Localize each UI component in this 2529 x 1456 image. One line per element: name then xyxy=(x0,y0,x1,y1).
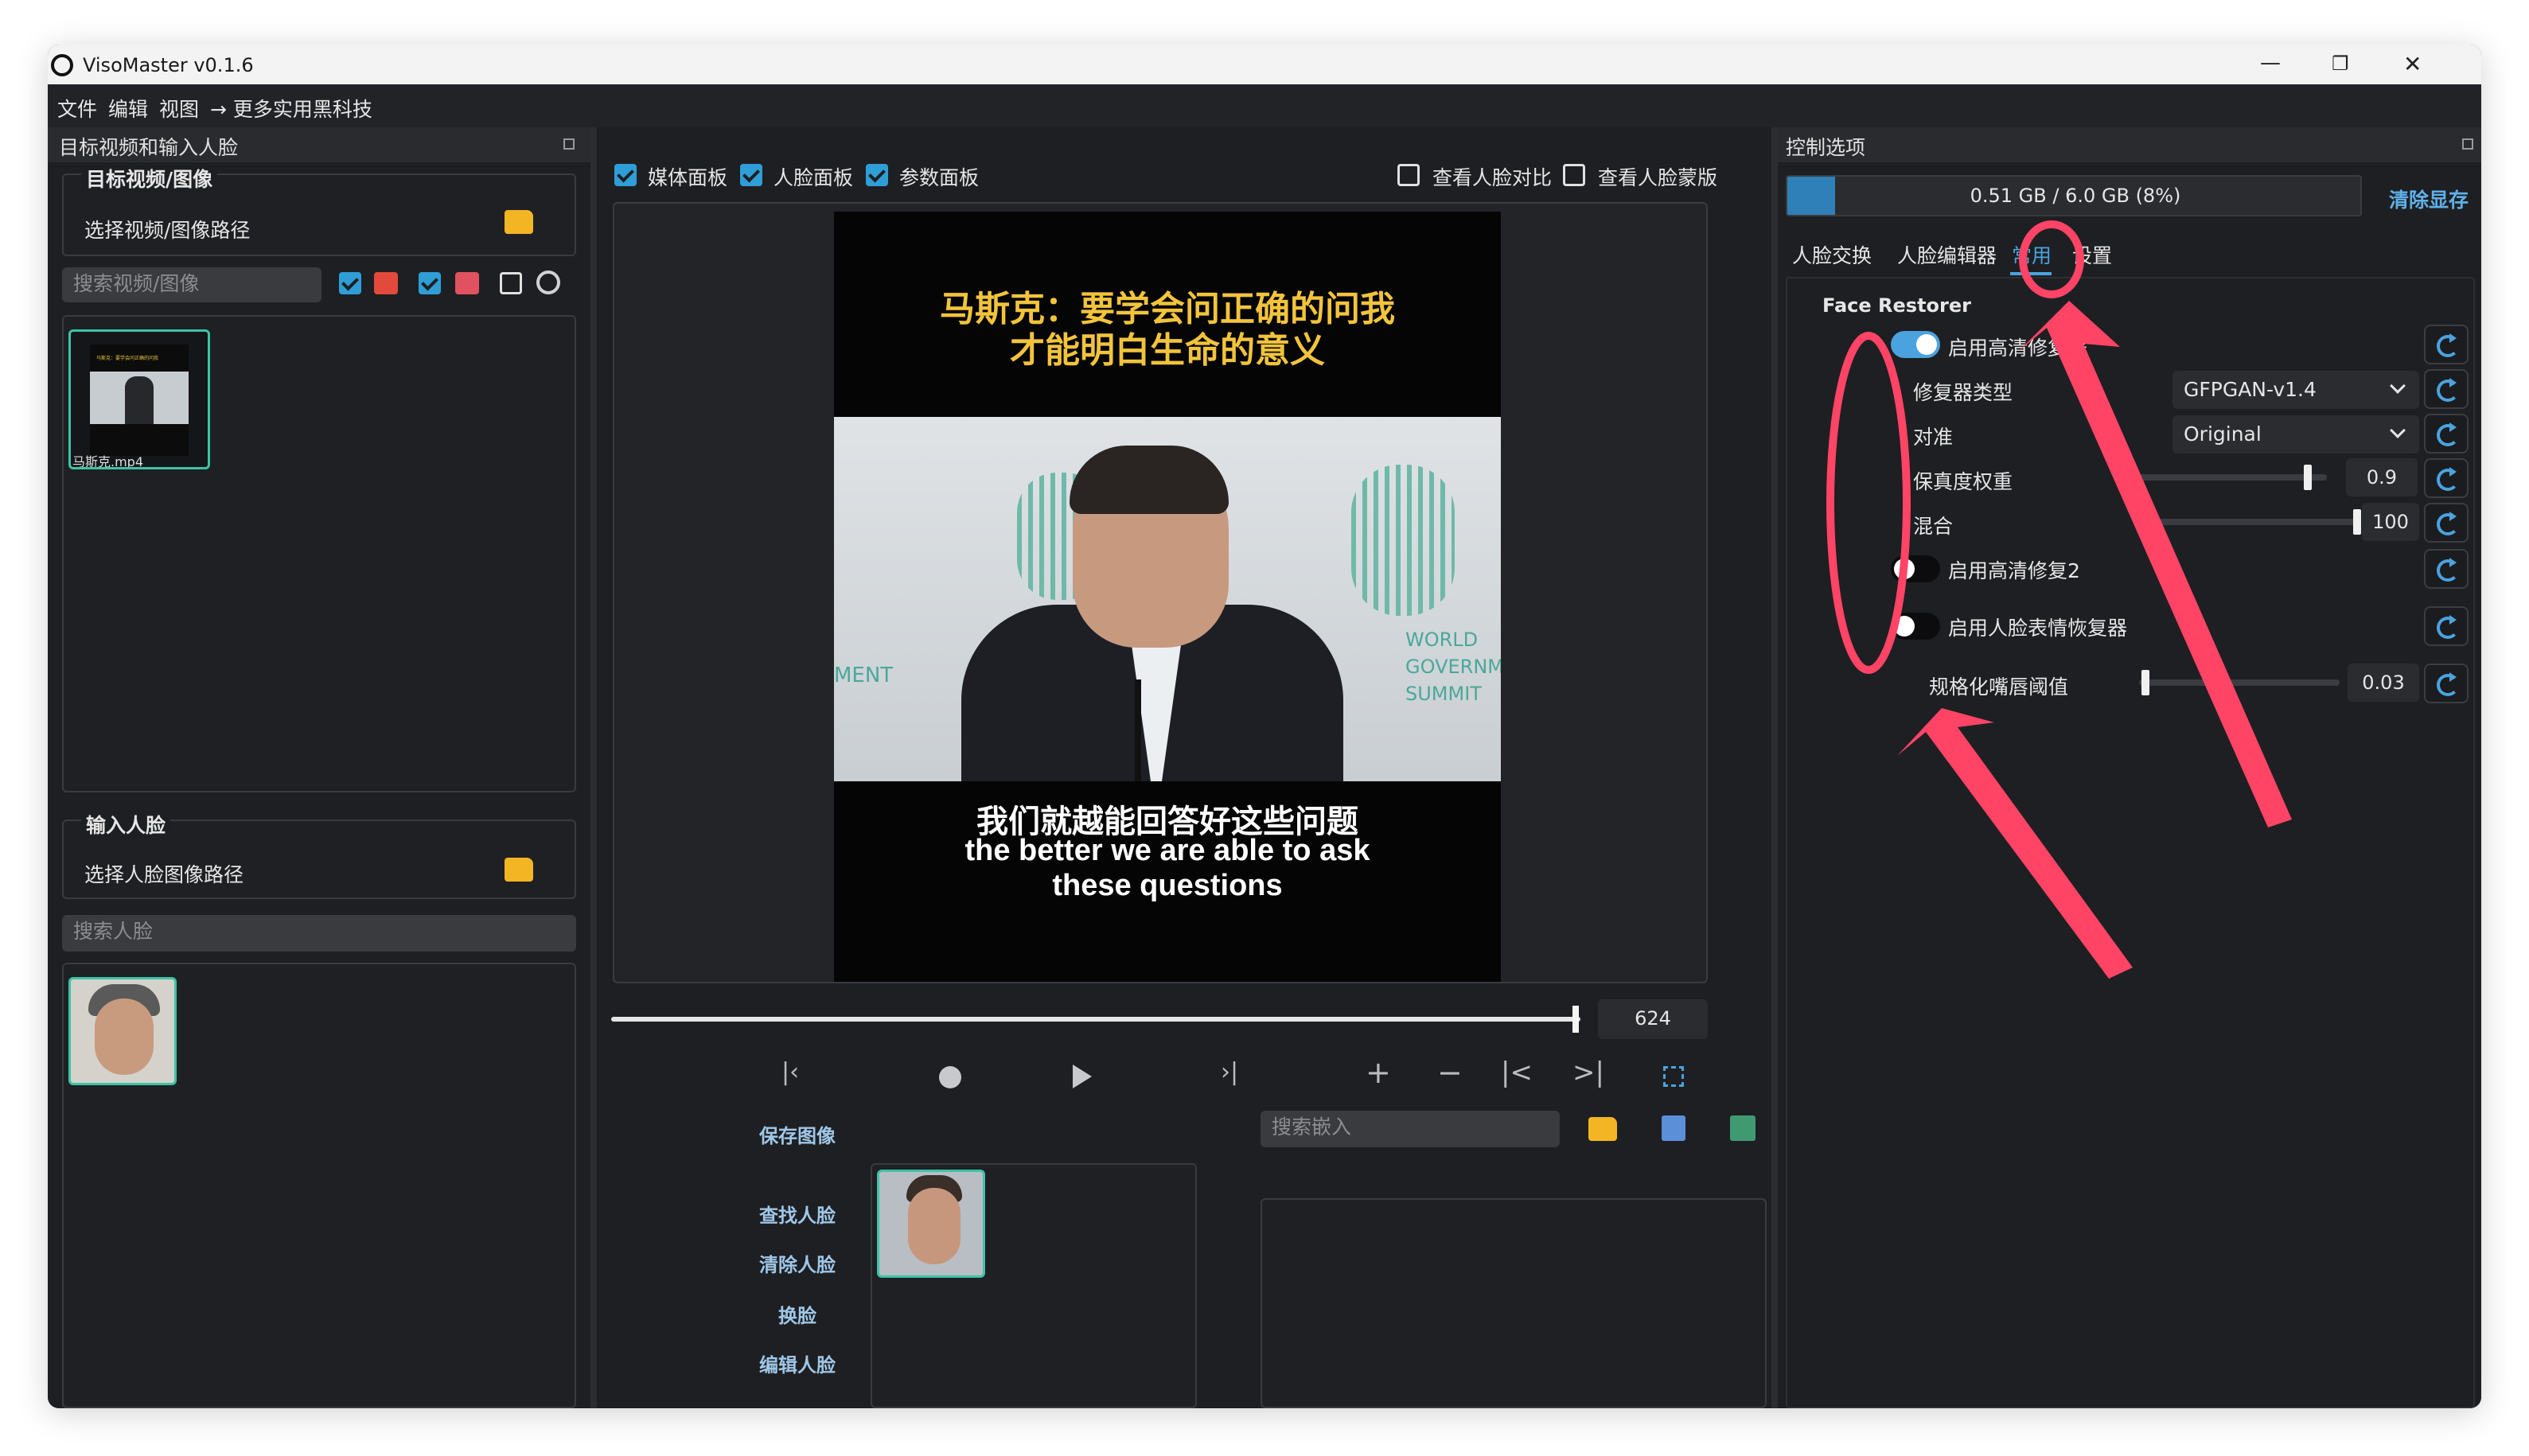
annotation-overlay xyxy=(1826,220,2292,979)
annotation-arrow-tab xyxy=(2018,301,2292,827)
annotation-circle-toggles xyxy=(1826,332,1911,674)
annotation-circle-tab xyxy=(2019,220,2084,298)
annotation-arrow-toggles xyxy=(1897,708,2133,979)
